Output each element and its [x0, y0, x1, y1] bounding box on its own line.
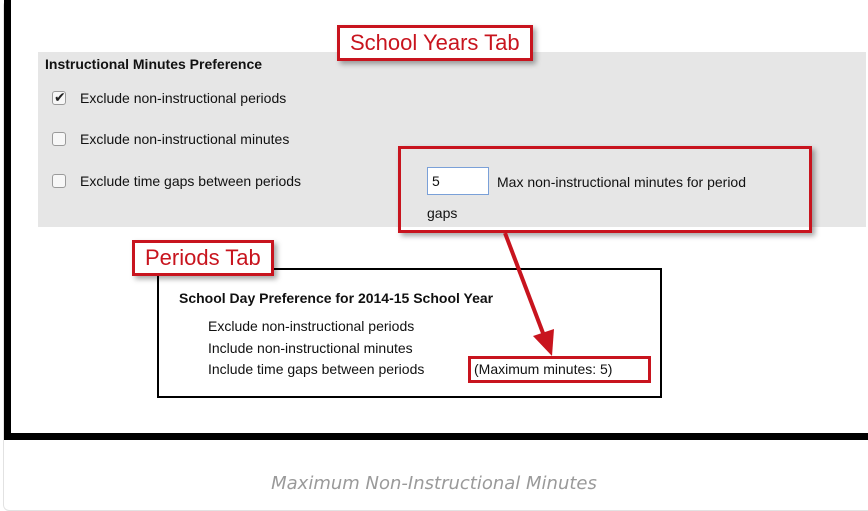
option-exclude-time-gaps-label: Exclude time gaps between periods	[80, 173, 302, 189]
check-mark-icon: ✔	[54, 89, 66, 105]
checkbox-exclude-minutes[interactable]	[52, 132, 66, 146]
instructional-minutes-title: Instructional Minutes Preference	[45, 56, 263, 72]
periods-line: Include non-instructional minutes	[208, 340, 413, 356]
max-minutes-highlight	[398, 146, 812, 233]
option-exclude-minutes-label: Exclude non-instructional minutes	[80, 131, 290, 147]
checkbox-exclude-time-gaps[interactable]	[52, 174, 66, 188]
maximum-minutes-highlight	[468, 356, 651, 383]
option-exclude-periods-label: Exclude non-instructional periods	[80, 90, 287, 106]
checkbox-exclude-periods[interactable]: ✔	[52, 89, 66, 105]
school-day-preference-title: School Day Preference for 2014-15 School…	[179, 290, 494, 306]
figure-caption: Maximum Non-Instructional Minutes	[271, 473, 597, 494]
periods-line: Include time gaps between periods	[208, 361, 425, 377]
school-years-tab-callout: School Years Tab	[337, 25, 533, 61]
periods-line: Exclude non-instructional periods	[208, 318, 415, 334]
periods-tab-callout: Periods Tab	[132, 240, 274, 276]
